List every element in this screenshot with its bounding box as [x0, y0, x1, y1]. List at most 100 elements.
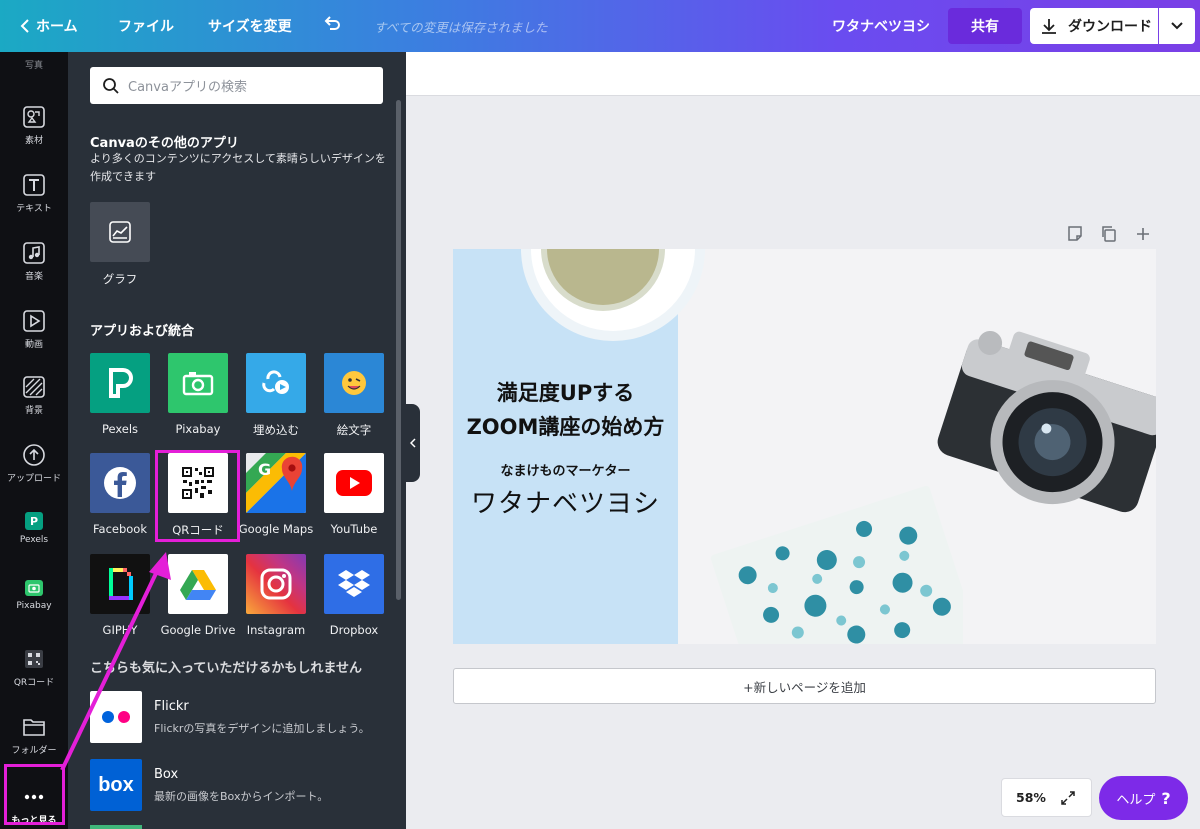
app-giphy[interactable]: GIPHY [78, 554, 162, 637]
qr-code-icon [23, 648, 45, 670]
rail-item-upload[interactable]: アップロード [0, 444, 68, 484]
user-name[interactable]: ワタナベツヨシ [832, 16, 930, 36]
chevron-left-icon [410, 438, 416, 448]
chevron-left-icon [20, 19, 29, 33]
recommend-desc: Flickrの写真をデザインに追加しましょう。 [154, 722, 370, 735]
google-maps-icon: G [246, 453, 306, 513]
rail-label: Pexels [19, 535, 49, 545]
app-pixabay[interactable]: Pixabay [156, 353, 240, 436]
rail-item-photos[interactable]: 写真 [0, 58, 68, 71]
chevron-down-icon [1171, 22, 1183, 30]
rail-item-folder[interactable]: フォルダー [0, 716, 68, 756]
dropbox-icon [324, 554, 384, 614]
rail-label: テキスト [16, 204, 52, 214]
qr-highlight-box [155, 450, 240, 542]
app-label: 埋め込む [253, 423, 299, 437]
shapes-icon [23, 106, 45, 128]
recommend-text: Box 最新の画像をBoxからインポート。 [154, 759, 328, 804]
text-icon [23, 174, 45, 196]
duplicate-icon[interactable] [1100, 225, 1118, 243]
rail-label: 素材 [24, 136, 43, 146]
rail-item-qr[interactable]: QRコード [0, 648, 68, 688]
app-search-input[interactable]: Canvaアプリの検索 [90, 67, 383, 104]
help-label: ヘルプ [1116, 792, 1156, 808]
app-embed[interactable]: 埋め込む [234, 353, 318, 438]
download-options-button[interactable] [1159, 8, 1195, 44]
zoom-control[interactable]: 58% [1001, 778, 1092, 817]
instagram-icon [246, 554, 306, 614]
collapse-panel-button[interactable] [406, 404, 420, 482]
app-facebook[interactable]: Facebook [78, 453, 162, 536]
folder-icon [23, 716, 45, 738]
rail-item-audio[interactable]: 音楽 [0, 242, 68, 282]
app-label: Google Drive [160, 623, 236, 637]
share-button[interactable]: 共有 [948, 8, 1022, 44]
recommend-box[interactable]: box Box 最新の画像をBoxからインポート。 [90, 759, 390, 811]
rail-item-video[interactable]: 動画 [0, 310, 68, 350]
pexels-icon [90, 353, 150, 413]
youtube-icon [324, 453, 384, 513]
app-dropbox[interactable]: Dropbox [312, 554, 396, 637]
app-label: YouTube [330, 522, 378, 536]
integrations-title: アプリおよび統合 [90, 324, 195, 339]
rail-label: アップロード [6, 474, 61, 484]
play-icon [23, 310, 45, 332]
rail-item-text[interactable]: テキスト [0, 174, 68, 214]
fullscreen-icon[interactable] [1060, 790, 1076, 806]
pexels-icon: P [25, 512, 43, 530]
add-page-button[interactable]: +新しいページを追加 [453, 668, 1156, 704]
zoom-level: 58% [1016, 790, 1046, 805]
giphy-icon [90, 554, 150, 614]
rail-item-background[interactable]: 背景 [0, 376, 68, 416]
box-icon: box [90, 759, 142, 811]
recommend-flickr[interactable]: Flickr Flickrの写真をデザインに追加しましょう。 [90, 691, 390, 743]
add-page-icon[interactable] [1134, 225, 1152, 243]
design-page[interactable]: 満足度UPする ZOOM講座の始め方 なまけものマーケター ワタナベツヨシ [453, 249, 1156, 644]
app-google-drive[interactable]: Google Drive [156, 554, 240, 637]
app-google-maps[interactable]: G Google Maps [234, 453, 318, 536]
facebook-icon [90, 453, 150, 513]
side-rail: 写真 素材 テキスト 音楽 動画 背景 アップロード P Pexels Pixa… [0, 52, 68, 829]
graph-icon [90, 202, 150, 262]
app-label: Dropbox [329, 623, 379, 637]
recommend-title: こちらも気に入っていただけるかもしれません [90, 661, 362, 676]
background-icon [23, 376, 45, 398]
save-status: すべての変更は保存されました [374, 20, 548, 35]
help-button[interactable]: ヘルプ ? [1099, 776, 1188, 820]
undo-button[interactable] [322, 14, 342, 38]
rail-item-pexels[interactable]: P Pexels [0, 512, 68, 545]
app-label: グラフ [102, 272, 138, 286]
app-graph[interactable]: グラフ [78, 202, 162, 287]
cloud-upload-icon [23, 444, 45, 466]
help-question-icon: ? [1161, 788, 1171, 808]
next-recommend-tile [90, 825, 142, 829]
rail-item-pixabay[interactable]: Pixabay [0, 580, 68, 611]
notebook-image [710, 485, 963, 644]
design-subtitle: なまけものマーケター [500, 464, 631, 479]
app-instagram[interactable]: Instagram [234, 554, 318, 637]
app-label: 絵文字 [336, 423, 372, 437]
download-button[interactable]: ダウンロード [1030, 8, 1158, 44]
rail-item-elements[interactable]: 素材 [0, 106, 68, 146]
file-menu[interactable]: ファイル [118, 16, 174, 36]
recommend-name: Box [154, 767, 179, 782]
recommend-text: Flickr Flickrの写真をデザインに追加しましょう。 [154, 691, 370, 736]
svg-text:G: G [258, 460, 271, 479]
app-youtube[interactable]: YouTube [312, 453, 396, 536]
coffee-cup-image [521, 249, 705, 341]
rail-label: フォルダー [11, 746, 57, 756]
app-label: Pexels [101, 422, 139, 436]
resize-button[interactable]: サイズを変更 [208, 16, 292, 36]
app-emoji[interactable]: 絵文字 [312, 353, 396, 438]
app-pexels[interactable]: Pexels [78, 353, 162, 436]
search-placeholder: Canvaアプリの検索 [128, 80, 247, 95]
other-apps-title: Canvaのその他のアプリ [90, 136, 239, 151]
home-label: ホーム [36, 19, 78, 35]
note-icon[interactable] [1066, 225, 1084, 243]
page-tools [1066, 225, 1152, 243]
google-drive-icon [168, 554, 228, 614]
app-label: Pixabay [175, 422, 221, 436]
home-button[interactable]: ホーム [20, 16, 78, 36]
panel-scrollbar[interactable] [396, 100, 401, 600]
rail-label: Pixabay [16, 601, 52, 611]
